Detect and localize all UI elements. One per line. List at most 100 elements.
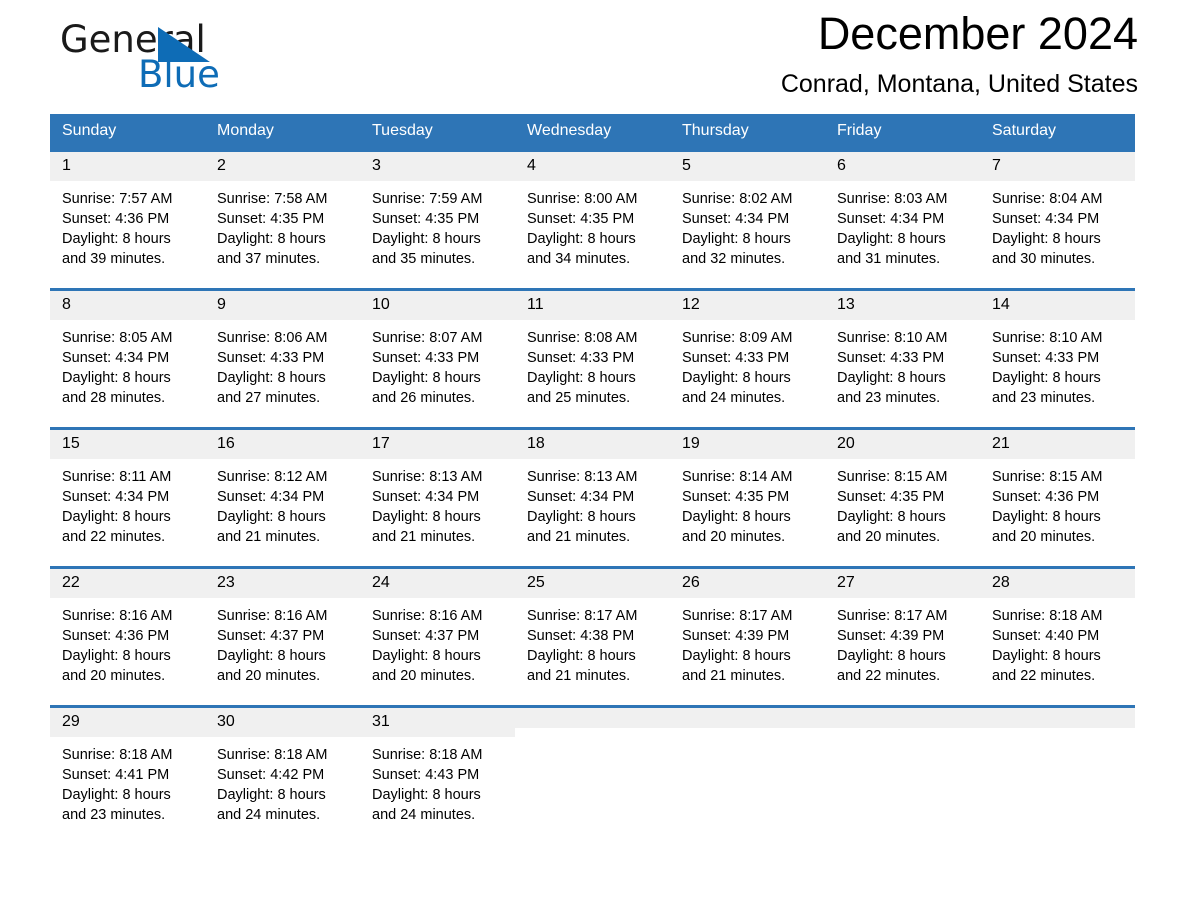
day-cell[interactable]: 7 Sunrise: 8:04 AM Sunset: 4:34 PM Dayli… (980, 149, 1135, 270)
day-cell[interactable]: 1 Sunrise: 7:57 AM Sunset: 4:36 PM Dayli… (50, 149, 205, 270)
day-cell[interactable]: 14 Sunrise: 8:10 AM Sunset: 4:33 PM Dayl… (980, 288, 1135, 409)
day-info: Sunrise: 8:18 AM Sunset: 4:41 PM Dayligh… (50, 737, 205, 825)
day-info: Sunrise: 8:18 AM Sunset: 4:43 PM Dayligh… (360, 737, 515, 825)
sunset-text: Sunset: 4:42 PM (217, 767, 325, 783)
day-info: Sunrise: 8:11 AM Sunset: 4:34 PM Dayligh… (50, 459, 205, 547)
sunrise-text: Sunrise: 8:02 AM (682, 191, 793, 207)
day-info (980, 728, 1135, 736)
day-cell[interactable]: 24 Sunrise: 8:16 AM Sunset: 4:37 PM Dayl… (360, 566, 515, 687)
day-info: Sunrise: 8:03 AM Sunset: 4:34 PM Dayligh… (825, 181, 980, 269)
day-cell[interactable]: 10 Sunrise: 8:07 AM Sunset: 4:33 PM Dayl… (360, 288, 515, 409)
daylight-text-line2: and 24 minutes. (217, 807, 321, 823)
day-cell[interactable]: 31 Sunrise: 8:18 AM Sunset: 4:43 PM Dayl… (360, 705, 515, 826)
logo-word-blue: Blue (138, 53, 220, 96)
day-number (825, 708, 980, 728)
day-cell[interactable]: 2 Sunrise: 7:58 AM Sunset: 4:35 PM Dayli… (205, 149, 360, 270)
day-number: 15 (50, 430, 205, 459)
day-number: 4 (515, 152, 670, 181)
daylight-text-line2: and 21 minutes. (372, 529, 476, 545)
calendar-page: General Blue December 2024 Conrad, Monta… (0, 0, 1188, 918)
day-cell[interactable]: 30 Sunrise: 8:18 AM Sunset: 4:42 PM Dayl… (205, 705, 360, 826)
day-cell[interactable]: 17 Sunrise: 8:13 AM Sunset: 4:34 PM Dayl… (360, 427, 515, 548)
day-cell[interactable]: 13 Sunrise: 8:10 AM Sunset: 4:33 PM Dayl… (825, 288, 980, 409)
sunset-text: Sunset: 4:37 PM (217, 628, 325, 644)
daylight-text-line1: Daylight: 8 hours (837, 370, 946, 386)
day-number: 14 (980, 291, 1135, 320)
day-number: 25 (515, 569, 670, 598)
daylight-text-line1: Daylight: 8 hours (372, 370, 481, 386)
day-cell[interactable]: 23 Sunrise: 8:16 AM Sunset: 4:37 PM Dayl… (205, 566, 360, 687)
week-row: 15 Sunrise: 8:11 AM Sunset: 4:34 PM Dayl… (50, 427, 1135, 548)
sunset-text: Sunset: 4:35 PM (837, 489, 945, 505)
daylight-text-line2: and 28 minutes. (62, 390, 166, 406)
day-cell[interactable]: 16 Sunrise: 8:12 AM Sunset: 4:34 PM Dayl… (205, 427, 360, 548)
day-info: Sunrise: 8:08 AM Sunset: 4:33 PM Dayligh… (515, 320, 670, 408)
daylight-text-line2: and 22 minutes. (992, 668, 1096, 684)
day-cell[interactable]: 12 Sunrise: 8:09 AM Sunset: 4:33 PM Dayl… (670, 288, 825, 409)
column-header-saturday: Saturday (980, 114, 1135, 151)
column-header-wednesday: Wednesday (515, 114, 670, 151)
day-cell[interactable]: 27 Sunrise: 8:17 AM Sunset: 4:39 PM Dayl… (825, 566, 980, 687)
day-number: 16 (205, 430, 360, 459)
sunrise-text: Sunrise: 8:16 AM (372, 608, 483, 624)
column-header-sunday: Sunday (50, 114, 205, 151)
day-info: Sunrise: 8:00 AM Sunset: 4:35 PM Dayligh… (515, 181, 670, 269)
sunrise-text: Sunrise: 8:17 AM (682, 608, 793, 624)
day-cell[interactable]: 3 Sunrise: 7:59 AM Sunset: 4:35 PM Dayli… (360, 149, 515, 270)
sunrise-text: Sunrise: 8:18 AM (992, 608, 1103, 624)
day-cell[interactable]: 20 Sunrise: 8:15 AM Sunset: 4:35 PM Dayl… (825, 427, 980, 548)
day-cell[interactable]: 8 Sunrise: 8:05 AM Sunset: 4:34 PM Dayli… (50, 288, 205, 409)
day-number: 26 (670, 569, 825, 598)
daylight-text-line1: Daylight: 8 hours (992, 231, 1101, 247)
daylight-text-line1: Daylight: 8 hours (62, 787, 171, 803)
day-cell[interactable]: 9 Sunrise: 8:06 AM Sunset: 4:33 PM Dayli… (205, 288, 360, 409)
day-cell[interactable]: 28 Sunrise: 8:18 AM Sunset: 4:40 PM Dayl… (980, 566, 1135, 687)
day-number: 13 (825, 291, 980, 320)
sunset-text: Sunset: 4:34 PM (992, 211, 1100, 227)
sunrise-text: Sunrise: 7:59 AM (372, 191, 483, 207)
day-info: Sunrise: 8:16 AM Sunset: 4:37 PM Dayligh… (205, 598, 360, 686)
daylight-text-line1: Daylight: 8 hours (217, 231, 326, 247)
daylight-text-line1: Daylight: 8 hours (372, 231, 481, 247)
day-number: 8 (50, 291, 205, 320)
day-cell[interactable]: 5 Sunrise: 8:02 AM Sunset: 4:34 PM Dayli… (670, 149, 825, 270)
day-cell[interactable]: 15 Sunrise: 8:11 AM Sunset: 4:34 PM Dayl… (50, 427, 205, 548)
sunset-text: Sunset: 4:36 PM (62, 211, 170, 227)
sunrise-text: Sunrise: 8:14 AM (682, 469, 793, 485)
daylight-text-line2: and 20 minutes. (992, 529, 1096, 545)
sunset-text: Sunset: 4:34 PM (682, 211, 790, 227)
daylight-text-line1: Daylight: 8 hours (372, 648, 481, 664)
day-cell[interactable]: 22 Sunrise: 8:16 AM Sunset: 4:36 PM Dayl… (50, 566, 205, 687)
sunset-text: Sunset: 4:33 PM (527, 350, 635, 366)
day-cell[interactable]: 21 Sunrise: 8:15 AM Sunset: 4:36 PM Dayl… (980, 427, 1135, 548)
day-cell[interactable]: 25 Sunrise: 8:17 AM Sunset: 4:38 PM Dayl… (515, 566, 670, 687)
sunrise-text: Sunrise: 8:05 AM (62, 330, 173, 346)
daylight-text-line2: and 23 minutes. (837, 390, 941, 406)
sunrise-text: Sunrise: 8:18 AM (217, 747, 328, 763)
day-cell[interactable]: 11 Sunrise: 8:08 AM Sunset: 4:33 PM Dayl… (515, 288, 670, 409)
day-number: 23 (205, 569, 360, 598)
day-cell[interactable]: 6 Sunrise: 8:03 AM Sunset: 4:34 PM Dayli… (825, 149, 980, 270)
day-cell[interactable]: 4 Sunrise: 8:00 AM Sunset: 4:35 PM Dayli… (515, 149, 670, 270)
sunset-text: Sunset: 4:34 PM (372, 489, 480, 505)
day-info: Sunrise: 8:12 AM Sunset: 4:34 PM Dayligh… (205, 459, 360, 547)
week-spacer (50, 409, 1135, 429)
day-cell[interactable]: 18 Sunrise: 8:13 AM Sunset: 4:34 PM Dayl… (515, 427, 670, 548)
page-title: December 2024 (817, 8, 1138, 59)
day-number: 6 (825, 152, 980, 181)
daylight-text-line2: and 24 minutes. (372, 807, 476, 823)
sunset-text: Sunset: 4:35 PM (527, 211, 635, 227)
day-cell[interactable]: 29 Sunrise: 8:18 AM Sunset: 4:41 PM Dayl… (50, 705, 205, 826)
day-cell[interactable]: 19 Sunrise: 8:14 AM Sunset: 4:35 PM Dayl… (670, 427, 825, 548)
sunset-text: Sunset: 4:43 PM (372, 767, 480, 783)
daylight-text-line2: and 20 minutes. (837, 529, 941, 545)
week-row: 8 Sunrise: 8:05 AM Sunset: 4:34 PM Dayli… (50, 288, 1135, 409)
day-info: Sunrise: 7:59 AM Sunset: 4:35 PM Dayligh… (360, 181, 515, 269)
day-cell[interactable]: 26 Sunrise: 8:17 AM Sunset: 4:39 PM Dayl… (670, 566, 825, 687)
daylight-text-line2: and 25 minutes. (527, 390, 631, 406)
day-number: 27 (825, 569, 980, 598)
column-header-monday: Monday (205, 114, 360, 151)
sunrise-text: Sunrise: 8:18 AM (372, 747, 483, 763)
sunset-text: Sunset: 4:36 PM (992, 489, 1100, 505)
calendar-header-row: Sunday Monday Tuesday Wednesday Thursday… (50, 114, 1135, 151)
